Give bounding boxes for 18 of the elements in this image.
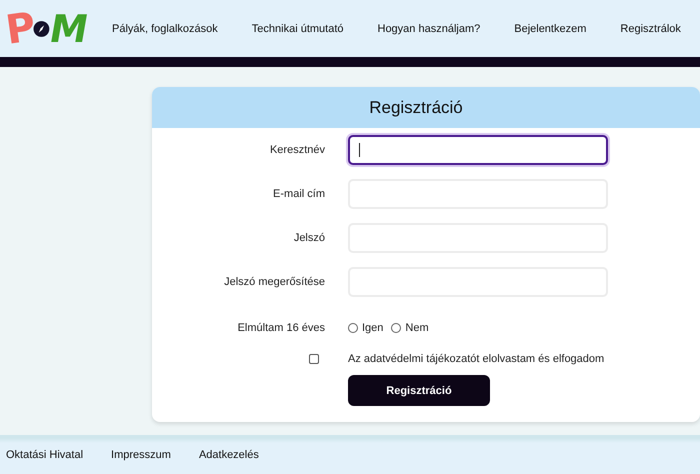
checkbox-label: Az adatvédelmi tájékozatót elolvastam és elfogadom	[348, 353, 606, 365]
nav-link[interactable]: Hogyan használjam?	[378, 22, 480, 34]
nav-link[interactable]: Regisztrálok	[620, 22, 681, 34]
radio-label: Nem	[405, 322, 429, 334]
radio-label: Igen	[362, 322, 384, 334]
footer-link[interactable]: Oktatási Hivatal	[6, 448, 84, 460]
field-label: Jelszó megerősítése	[223, 276, 325, 288]
nav-link[interactable]: Bejelentkezem	[514, 22, 586, 34]
field-label: E-mail cím	[272, 188, 325, 200]
field-label: Jelszó	[292, 232, 325, 244]
submit-button[interactable]: Regisztráció	[348, 375, 490, 406]
field-label: Elmúltam 16 éves	[236, 321, 325, 334]
field-label: Keresztnév	[268, 144, 325, 156]
card-title: Regisztráció	[152, 87, 700, 128]
footer-link[interactable]: Adatkezelés	[198, 448, 259, 460]
nav-link[interactable]: Technikai útmutató	[252, 22, 344, 34]
nav-link[interactable]: Pályák, foglalkozások	[112, 22, 218, 34]
footer-link[interactable]: Impresszum	[111, 448, 171, 460]
